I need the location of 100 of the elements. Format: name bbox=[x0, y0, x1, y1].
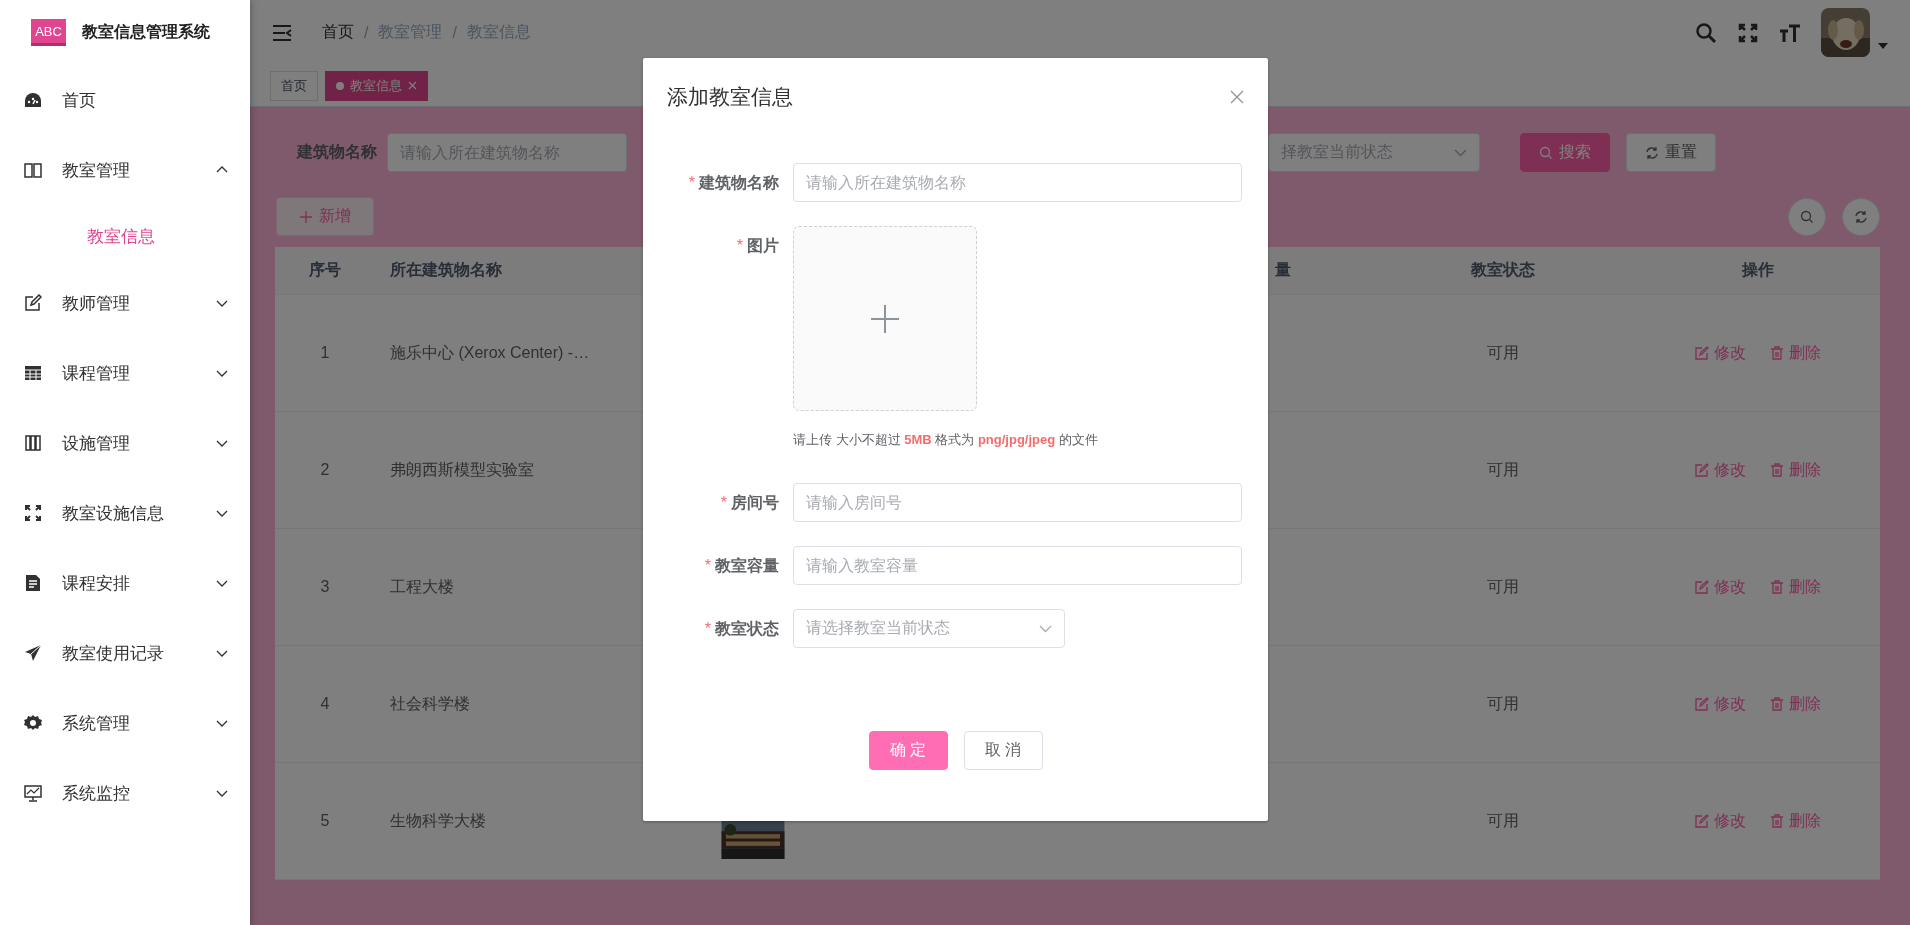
menu-item[interactable]: 设施管理 bbox=[0, 408, 250, 478]
app-title: 教室信息管理系统 bbox=[82, 22, 210, 42]
breadcrumb-separator: / bbox=[452, 23, 457, 42]
upload-hint: 请上传 大小不超过 5MB 格式为 png/jpg/jpeg 的文件 bbox=[793, 431, 1099, 449]
input-field[interactable]: 请输入所在建筑物名称 bbox=[793, 163, 1242, 202]
dashboard-icon bbox=[24, 91, 42, 109]
delete-link[interactable]: 删除 bbox=[1769, 342, 1821, 364]
delete-link[interactable]: 删除 bbox=[1769, 576, 1821, 598]
edit-icon bbox=[1694, 697, 1709, 711]
delete-link[interactable]: 删除 bbox=[1769, 459, 1821, 481]
field-label: 建筑物名称 bbox=[699, 174, 779, 191]
cancel-button[interactable]: 取 消 bbox=[963, 731, 1043, 770]
reset-button[interactable]: 重置 bbox=[1626, 133, 1716, 172]
search-toggle-button[interactable] bbox=[1788, 197, 1826, 236]
plus-icon bbox=[299, 209, 313, 224]
document-icon bbox=[24, 574, 42, 592]
caret-icon[interactable] bbox=[1878, 42, 1888, 49]
column-header: 序号 bbox=[309, 260, 341, 280]
menu-item[interactable]: 系统监控 bbox=[0, 758, 250, 828]
menu-item[interactable]: 教室管理 bbox=[0, 135, 250, 205]
field-label: 建筑物名称 bbox=[297, 142, 378, 162]
trash-icon bbox=[1769, 346, 1784, 360]
column-header: 量 bbox=[1275, 260, 1291, 280]
add-button[interactable]: 新增 bbox=[276, 197, 374, 236]
fullscreen-icon[interactable] bbox=[1737, 21, 1759, 44]
column-header: 所在建筑物名称 bbox=[390, 260, 502, 280]
close-icon[interactable] bbox=[1230, 90, 1244, 104]
table-cell-text: 可用 bbox=[1486, 810, 1519, 831]
table-cell-text: 施乐中心 (Xerox Center) -… bbox=[390, 342, 590, 363]
required-mark: * bbox=[736, 237, 743, 254]
menu-item[interactable]: 课程管理 bbox=[0, 338, 250, 408]
required-mark: * bbox=[688, 174, 695, 191]
edit-icon bbox=[24, 294, 42, 312]
status-dot bbox=[336, 81, 344, 90]
input-field[interactable]: 请输入教室容量 bbox=[793, 546, 1242, 585]
chevron-down-icon bbox=[1454, 148, 1467, 157]
dialog-title: 添加教室信息 bbox=[667, 84, 793, 110]
input-field[interactable]: 请输入房间号 bbox=[793, 483, 1242, 522]
trash-icon bbox=[1769, 814, 1784, 828]
search-icon bbox=[1539, 145, 1553, 160]
edit-icon bbox=[1694, 814, 1709, 828]
field-label: 图片 bbox=[747, 237, 779, 254]
edit-icon bbox=[1694, 580, 1709, 594]
table-cell-text: 可用 bbox=[1486, 693, 1519, 714]
table-cell: 3 bbox=[320, 578, 330, 596]
edit-link[interactable]: 修改 bbox=[1694, 576, 1746, 598]
edit-link[interactable]: 修改 bbox=[1694, 810, 1746, 832]
menu-item[interactable]: 首页 bbox=[0, 65, 250, 135]
submenu-item[interactable]: 教室信息 bbox=[0, 205, 250, 268]
menu-item[interactable]: 系统管理 bbox=[0, 688, 250, 758]
gear-icon bbox=[24, 714, 42, 732]
edit-link[interactable]: 修改 bbox=[1694, 459, 1746, 481]
fullscreen-icon bbox=[24, 504, 42, 522]
delete-link[interactable]: 删除 bbox=[1769, 693, 1821, 715]
menu-item[interactable]: 教室使用记录 bbox=[0, 618, 250, 688]
breadcrumb-item[interactable]: 首页 bbox=[322, 22, 354, 43]
paper-plane-icon bbox=[24, 644, 42, 662]
table-cell: 1 bbox=[320, 344, 330, 362]
menu-item[interactable]: 课程安排 bbox=[0, 548, 250, 618]
field-label: 教室容量 bbox=[715, 557, 779, 574]
table-cell-text: 工程大楼 bbox=[390, 576, 454, 597]
table-cell: 5 bbox=[320, 812, 330, 830]
table-cell-text: 社会科学楼 bbox=[390, 693, 470, 714]
trash-icon bbox=[1769, 463, 1784, 477]
table-cell: 2 bbox=[320, 461, 330, 479]
refresh-icon bbox=[1645, 145, 1659, 160]
monitor-icon bbox=[24, 784, 42, 802]
search-icon bbox=[1800, 209, 1814, 224]
table-cell-text: 生物科学大楼 bbox=[390, 810, 486, 831]
tab[interactable]: 首页 bbox=[270, 70, 318, 101]
table-cell-text: 可用 bbox=[1486, 576, 1519, 597]
menu-item[interactable]: 教室设施信息 bbox=[0, 478, 250, 548]
edit-link[interactable]: 修改 bbox=[1694, 342, 1746, 364]
columns-icon bbox=[24, 434, 42, 452]
column-header: 操作 bbox=[1741, 260, 1774, 280]
logo: ABC bbox=[31, 19, 66, 46]
edit-link[interactable]: 修改 bbox=[1694, 693, 1746, 715]
edit-icon bbox=[1694, 346, 1709, 360]
table-cell: 4 bbox=[320, 695, 330, 713]
chevron-down-icon bbox=[1039, 624, 1052, 633]
column-header: 教室状态 bbox=[1470, 260, 1535, 280]
refresh-button[interactable] bbox=[1842, 197, 1880, 236]
table-cell-text: 可用 bbox=[1486, 342, 1519, 363]
search-button[interactable]: 搜索 bbox=[1520, 133, 1610, 172]
search-icon[interactable] bbox=[1695, 21, 1717, 44]
book-icon bbox=[24, 161, 42, 179]
select-field[interactable]: 请选择教室当前状态 bbox=[793, 609, 1065, 648]
delete-link[interactable]: 删除 bbox=[1769, 810, 1821, 832]
menu-item[interactable]: 教师管理 bbox=[0, 268, 250, 338]
field-label: 教室状态 bbox=[715, 620, 779, 637]
refresh-icon bbox=[1854, 209, 1868, 224]
trash-icon bbox=[1769, 580, 1784, 594]
trash-icon bbox=[1769, 697, 1784, 711]
confirm-button[interactable]: 确 定 bbox=[868, 731, 948, 770]
table-cell-text: 弗朗西斯模型实验室 bbox=[390, 459, 534, 480]
menu-icon[interactable] bbox=[272, 23, 292, 42]
tab[interactable]: 教室信息 bbox=[325, 70, 428, 101]
edit-icon bbox=[1694, 463, 1709, 477]
table-cell-text: 可用 bbox=[1486, 459, 1519, 480]
required-mark: * bbox=[704, 620, 711, 637]
